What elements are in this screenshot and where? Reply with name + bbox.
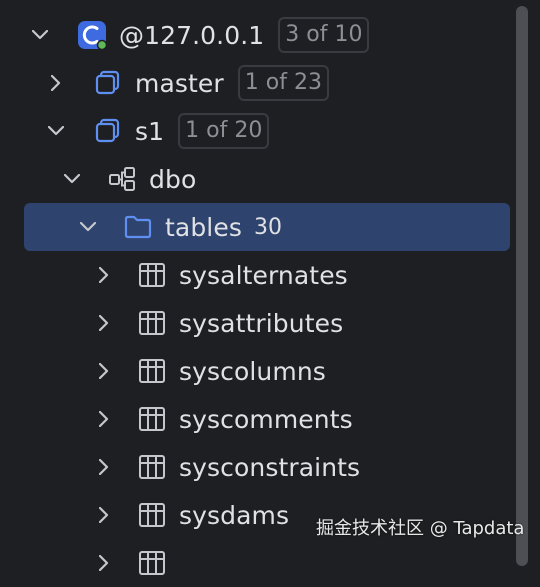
table-icon <box>137 404 167 434</box>
database-label: master <box>135 68 224 98</box>
watermark: 掘金技术社区 @ Tapdata <box>316 518 525 539</box>
database-tree: @127.0.0.1 3 of 10 master 1 of 23 s1 1 o… <box>0 0 540 575</box>
table-label: syscolumns <box>179 356 326 386</box>
table-icon <box>137 356 167 386</box>
database-icon <box>93 116 123 146</box>
connection-icon <box>77 20 107 50</box>
table-icon <box>137 260 167 290</box>
chevron-right-icon[interactable] <box>45 72 67 94</box>
database-icon <box>93 68 123 98</box>
table-label: sysalternates <box>179 260 348 290</box>
folder-icon <box>123 212 153 242</box>
connection-label: @127.0.0.1 <box>119 20 265 50</box>
connection-count-badge: 3 of 10 <box>278 17 370 53</box>
database-label: s1 <box>135 116 165 146</box>
tables-folder-label: tables <box>165 212 242 242</box>
tree-node-tables-folder[interactable]: tables 30 <box>0 203 512 251</box>
tree-node-database-master[interactable]: master 1 of 23 <box>0 59 512 107</box>
schema-label: dbo <box>149 164 197 194</box>
tree-node-table[interactable]: sysconstraints <box>0 443 512 491</box>
database-count-badge: 1 of 23 <box>237 65 329 101</box>
table-icon <box>137 548 167 578</box>
tree-node-table[interactable]: syscolumns <box>0 347 512 395</box>
table-label: syscomments <box>179 404 353 434</box>
chevron-right-icon[interactable] <box>93 360 115 382</box>
schema-icon <box>107 164 137 194</box>
chevron-right-icon[interactable] <box>93 504 115 526</box>
table-label: sysdams <box>179 500 290 530</box>
chevron-down-icon[interactable] <box>77 216 99 238</box>
tree-node-schema-dbo[interactable]: dbo <box>0 155 512 203</box>
table-icon <box>137 452 167 482</box>
tree-node-database-s1[interactable]: s1 1 of 20 <box>0 107 512 155</box>
tree-node-table[interactable]: sysalternates <box>0 251 512 299</box>
tree-node-table[interactable]: sysattributes <box>0 299 512 347</box>
vertical-scrollbar[interactable] <box>516 6 528 566</box>
tables-count: 30 <box>253 214 282 240</box>
table-icon <box>137 500 167 530</box>
chevron-right-icon[interactable] <box>93 552 115 574</box>
chevron-down-icon[interactable] <box>29 24 51 46</box>
table-label: sysconstraints <box>179 452 361 482</box>
chevron-right-icon[interactable] <box>93 264 115 286</box>
table-label: sysattributes <box>179 308 344 338</box>
table-icon <box>137 308 167 338</box>
database-count-badge: 1 of 20 <box>178 113 270 149</box>
chevron-down-icon[interactable] <box>45 120 67 142</box>
chevron-right-icon[interactable] <box>93 408 115 430</box>
tree-node-table[interactable]: syscomments <box>0 395 512 443</box>
tree-node-connection[interactable]: @127.0.0.1 3 of 10 <box>0 11 512 59</box>
tree-node-table-partial[interactable] <box>0 539 512 587</box>
chevron-right-icon[interactable] <box>93 456 115 478</box>
chevron-right-icon[interactable] <box>93 312 115 334</box>
chevron-down-icon[interactable] <box>61 168 83 190</box>
